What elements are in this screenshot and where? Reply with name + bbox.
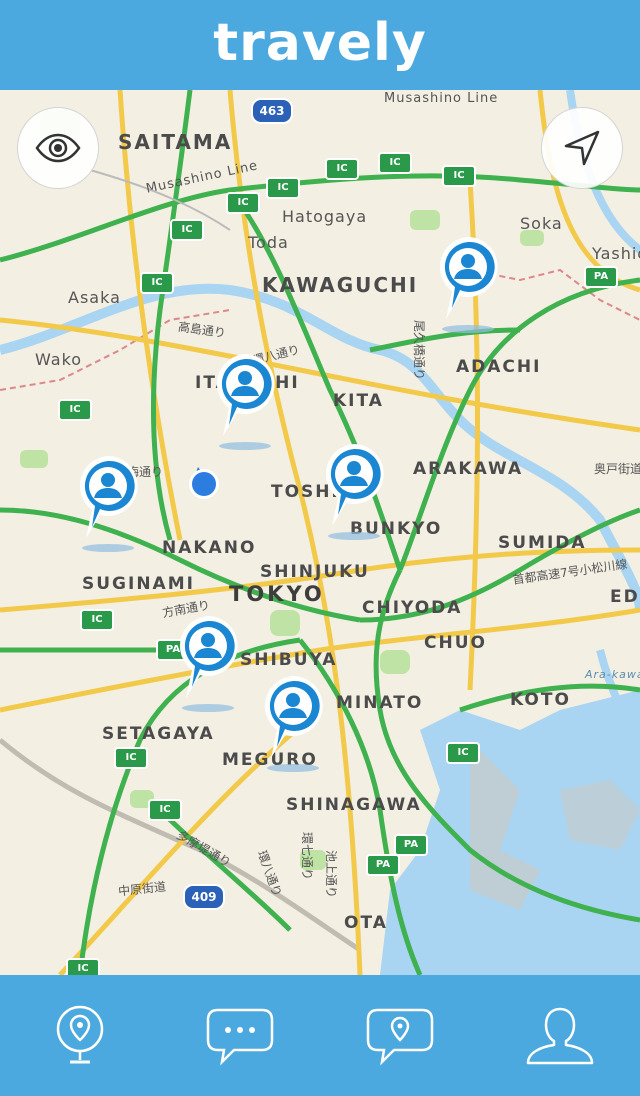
district-nakano: NAKANO — [162, 538, 257, 558]
globe-pin-icon — [56, 1005, 104, 1063]
label-road-jp: 尾久橋通り — [412, 320, 426, 381]
ic-badge: IC — [66, 958, 100, 975]
user-pin[interactable] — [209, 350, 281, 460]
district-adachi: ADACHI — [456, 357, 542, 377]
district-shinjuku: SHINJUKU — [260, 562, 370, 582]
pa-badge: PA — [584, 266, 618, 288]
route-badge: 463 — [251, 98, 293, 124]
district-setagaya: SETAGAYA — [102, 724, 215, 744]
district-kita: KITA — [333, 391, 384, 411]
ic-badge: IC — [58, 399, 92, 421]
district-suginami: SUGINAMI — [82, 574, 195, 594]
user-pin[interactable] — [318, 440, 390, 550]
user-pin[interactable] — [257, 672, 329, 782]
location-bubble-icon — [366, 1008, 434, 1066]
district-chuo: CHUO — [424, 633, 487, 653]
ic-badge: IC — [378, 152, 412, 174]
ic-badge: IC — [148, 799, 182, 821]
ic-badge: IC — [446, 742, 480, 764]
label-road-jp: 環七通り — [300, 832, 314, 881]
district-sumida: SUMIDA — [498, 533, 587, 553]
label-yashio: Yashio — [592, 244, 640, 263]
district-minato: MINATO — [336, 693, 424, 713]
view-toggle-button[interactable] — [17, 107, 99, 189]
label-musashino-line-top: Musashino Line — [384, 91, 499, 106]
label-hatogaya: Hatogaya — [282, 207, 368, 226]
district-saitama: SAITAMA — [118, 130, 233, 154]
tab-map[interactable] — [0, 975, 160, 1096]
ic-badge: IC — [170, 219, 204, 241]
ic-badge: IC — [140, 272, 174, 294]
label-toda: Toda — [248, 233, 289, 252]
ic-badge: IC — [226, 192, 260, 214]
label-road-jp: 奥戸街道 — [594, 462, 640, 476]
user-icon — [526, 1007, 594, 1064]
ic-badge: IC — [266, 177, 300, 199]
label-asaka: Asaka — [68, 288, 121, 307]
location-arrow-icon — [564, 130, 600, 166]
ic-badge: IC — [442, 165, 476, 187]
user-pin[interactable] — [172, 612, 244, 722]
map-view[interactable]: Musashino Line SAITAMA Musashino Line Ha… — [0, 90, 640, 975]
user-pin[interactable] — [72, 452, 144, 562]
district-edo: EDO — [610, 587, 640, 607]
user-pin[interactable] — [432, 233, 504, 343]
label-wako: Wako — [35, 350, 83, 369]
eye-icon — [35, 133, 81, 163]
district-koto: KOTO — [510, 690, 571, 710]
current-location-dot — [189, 467, 219, 499]
district-ota: OTA — [344, 913, 388, 933]
district-kawaguchi: KAWAGUCHI — [262, 273, 419, 297]
district-shibuya: SHIBUYA — [240, 650, 338, 670]
tab-profile[interactable] — [480, 975, 640, 1096]
tab-bar — [0, 975, 640, 1096]
ic-badge: IC — [80, 609, 114, 631]
pa-badge: PA — [366, 854, 400, 876]
locate-me-button[interactable] — [541, 107, 623, 189]
city-tokyo: TOKYO — [229, 582, 325, 606]
district-shinagawa: SHINAGAWA — [286, 795, 422, 815]
route-badge: 409 — [183, 884, 225, 910]
label-arakawa-river: Ara-kawa River — [585, 668, 640, 681]
pa-badge: PA — [394, 834, 428, 856]
ic-badge: IC — [325, 158, 359, 180]
district-chiyoda: CHIYODA — [362, 598, 463, 618]
ic-badge: IC — [114, 747, 148, 769]
chat-bubble-icon — [206, 1008, 274, 1066]
tab-checkins[interactable] — [320, 975, 480, 1096]
tab-messages[interactable] — [160, 975, 320, 1096]
app-header: travely — [0, 0, 640, 90]
app-title: travely — [213, 13, 427, 73]
label-soka: Soka — [520, 214, 563, 233]
label-road-jp: 池上通り — [324, 850, 338, 899]
district-arakawa: ARAKAWA — [413, 459, 524, 479]
